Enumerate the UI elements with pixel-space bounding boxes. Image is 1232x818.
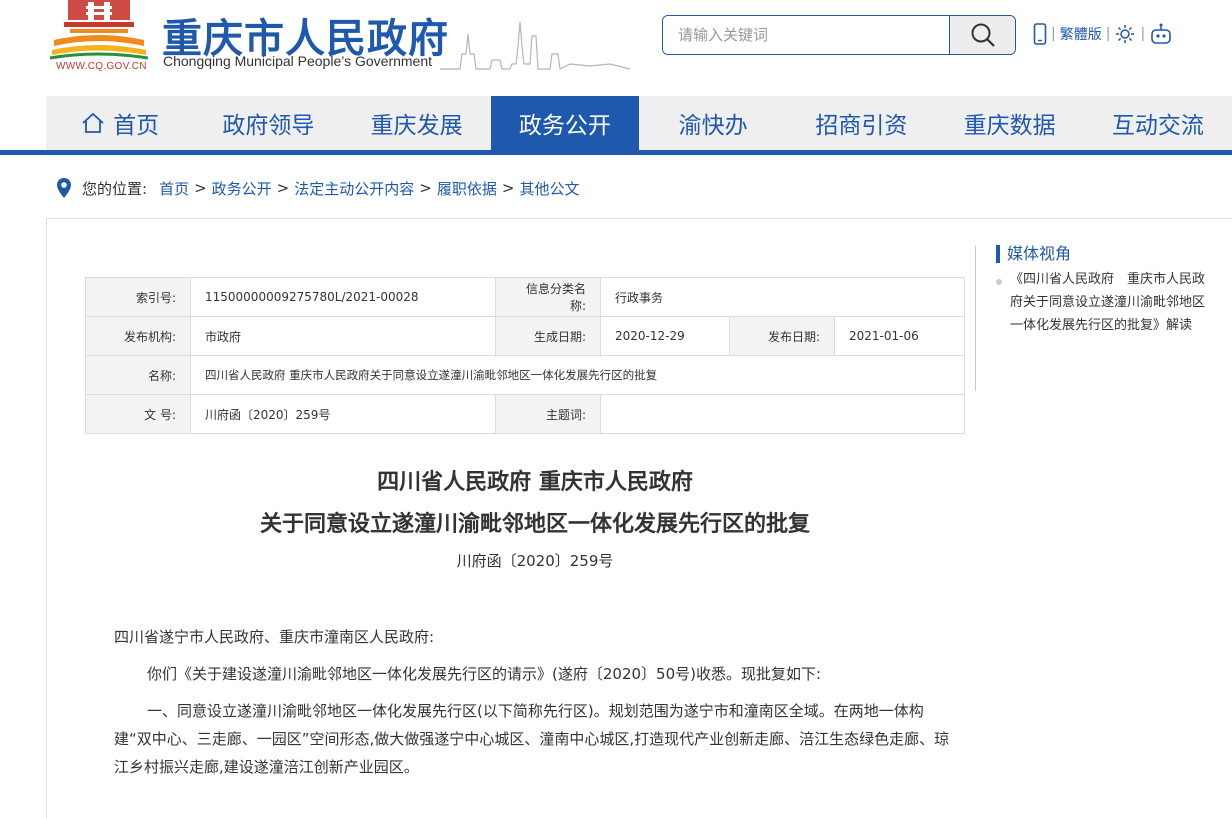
location-pin-icon: [57, 178, 71, 198]
skyline-decoration-icon: [440, 21, 630, 70]
sidebar-title: 媒体视角: [996, 245, 1071, 263]
breadcrumb-separator: >: [419, 179, 432, 197]
name-label: 名称:: [85, 355, 191, 395]
nav-item-investment[interactable]: 招商引资: [787, 96, 935, 150]
table-row: 文 号: 川府函〔2020〕259号 主题词:: [85, 394, 965, 434]
traditional-chinese-link[interactable]: 繁體版: [1060, 24, 1102, 44]
document-number: 川府函〔2020〕259号: [456, 552, 614, 570]
breadcrumb-other-documents[interactable]: 其他公文: [519, 178, 579, 199]
bullet-icon: [996, 279, 1002, 285]
search-input[interactable]: [663, 16, 949, 54]
sidebar-divider: [975, 246, 976, 391]
nav-item-label: 首页: [113, 113, 160, 139]
breadcrumb-statutory-content[interactable]: 法定主动公开内容: [294, 178, 414, 199]
index-label: 索引号:: [85, 277, 191, 317]
robot-assistant-icon[interactable]: [1149, 23, 1173, 45]
search-icon: [971, 23, 995, 47]
issuer-label: 发布机构:: [85, 316, 191, 356]
breadcrumb-separator: >: [276, 179, 290, 197]
category-label: 信息分类名称:: [495, 277, 601, 317]
breadcrumb-duty-basis[interactable]: 履职依据: [437, 178, 497, 199]
nav-underline: [0, 150, 1232, 155]
nav-item-interaction[interactable]: 互动交流: [1084, 96, 1232, 150]
site-header: WWW.CQ.GOV.CN 重庆市人民政府 Chongqing Municipa…: [0, 0, 1232, 96]
breadcrumb-prefix: 您的位置:: [82, 179, 148, 198]
created-date-value: 2020-12-29: [600, 316, 730, 356]
tool-separator: |: [1051, 26, 1056, 42]
document-paragraph: 一、同意设立遂潼川渝毗邻地区一体化发展先行区(以下简称先行区)。规划范围为遂宁市…: [114, 702, 950, 776]
breadcrumb-separator: >: [194, 179, 207, 197]
table-row: 索引号: 11500000009275780L/2021-00028 信息分类名…: [85, 277, 965, 317]
nav-item-yukuaiban[interactable]: 渝快办: [639, 96, 787, 150]
breadcrumb-separator: >: [501, 179, 515, 197]
document-body: 四川省遂宁市人民政府、重庆市潼南区人民政府: 你们《关于建设遂潼川渝毗邻地区一体…: [114, 623, 950, 790]
nav-item-data[interactable]: 重庆数据: [936, 96, 1084, 150]
document-salutation: 四川省遂宁市人民政府、重庆市潼南区人民政府:: [114, 628, 435, 646]
nav-item-leaders[interactable]: 政府领导: [194, 96, 342, 150]
document-title-line-1: 四川省人民政府 重庆市人民政府: [377, 469, 693, 495]
table-row: 发布机构: 市政府 生成日期: 2020-12-29 发布日期: 2021-01…: [85, 316, 965, 356]
nav-item-home[interactable]: 首页: [46, 96, 194, 150]
accessibility-icon[interactable]: [1114, 23, 1136, 45]
breadcrumb: 您的位置: 首页 > 政务公开 > 法定主动公开内容 > 履职依据 > 其他公文: [56, 176, 579, 200]
header-tools: | 繁體版 | |: [1033, 22, 1173, 46]
tool-separator: |: [1140, 26, 1146, 42]
mobile-phone-icon[interactable]: [1033, 23, 1047, 45]
name-value: 四川省人民政府 重庆市人民政府关于同意设立遂潼川渝毗邻地区一体化发展先行区的批复: [190, 355, 965, 395]
search-button[interactable]: [949, 16, 1015, 54]
published-date-label: 发布日期:: [729, 316, 835, 356]
site-subtitle: Chongqing Municipal People’s Government: [163, 53, 433, 69]
document-title-line-2: 关于同意设立遂潼川渝毗邻地区一体化发展先行区的批复: [259, 511, 810, 537]
subject-value: [600, 394, 965, 434]
doc-number-value: 川府函〔2020〕259号: [190, 394, 496, 434]
index-value: 11500000009275780L/2021-00028: [190, 277, 496, 317]
document-paragraph: 你们《关于建设遂潼川渝毗邻地区一体化发展先行区的请示》(遂府〔2020〕50号)…: [147, 665, 822, 683]
table-row: 名称: 四川省人民政府 重庆市人民政府关于同意设立遂潼川渝毗邻地区一体化发展先行…: [85, 355, 965, 395]
doc-number-label: 文 号:: [85, 394, 191, 434]
created-date-label: 生成日期:: [495, 316, 601, 356]
tool-separator: |: [1105, 26, 1111, 42]
subject-label: 主题词:: [495, 394, 601, 434]
nav-item-government-affairs[interactable]: 政务公开: [490, 96, 639, 150]
breadcrumb-government-affairs[interactable]: 政务公开: [212, 178, 272, 199]
home-icon: [82, 112, 104, 133]
search-box: [662, 15, 1016, 55]
published-date-value: 2021-01-06: [834, 316, 965, 356]
sidebar-link[interactable]: 《四川省人民政府 重庆市人民政府关于同意设立遂潼川渝毗邻地区一体化发展先行区的批…: [1010, 268, 1215, 337]
category-value: 行政事务: [600, 277, 965, 317]
nav-item-development[interactable]: 重庆发展: [343, 96, 491, 150]
issuer-value: 市政府: [190, 316, 496, 356]
main-nav: 首页 政府领导 重庆发展 政务公开 渝快办 招商引资 重庆数据 互动交流: [46, 96, 1232, 150]
document-metadata-table: 索引号: 11500000009275780L/2021-00028 信息分类名…: [85, 277, 965, 434]
site-url-text: WWW.CQ.GOV.CN: [56, 61, 147, 72]
breadcrumb-home[interactable]: 首页: [159, 178, 189, 199]
